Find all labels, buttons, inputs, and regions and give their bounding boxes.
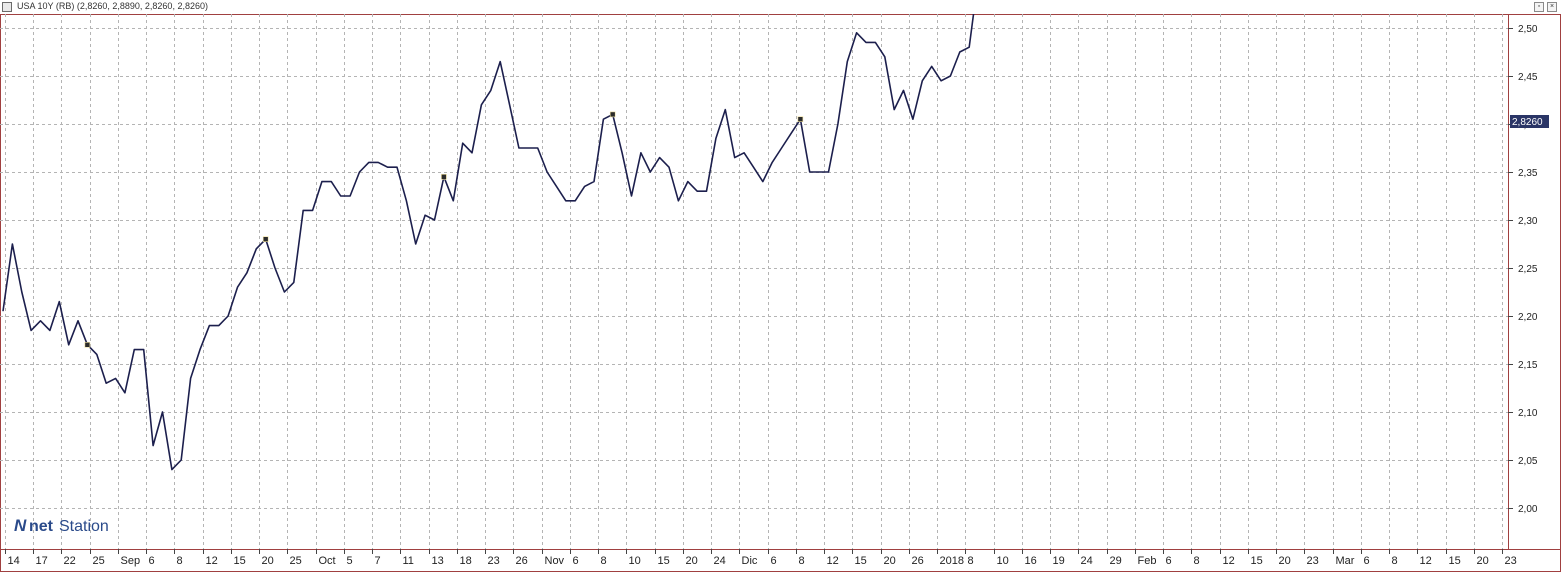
window-title: USA 10Y (RB) (2,8260, 2,8890, 2,8260, 2,… <box>17 1 208 11</box>
x-tick-label: 20 <box>884 555 896 567</box>
window-title-bar: USA 10Y (RB) (2,8260, 2,8890, 2,8260, 2,… <box>0 0 1561 14</box>
x-tick-label: 26 <box>912 555 924 567</box>
x-tick-label: 8 <box>1194 555 1200 567</box>
data-point-marker <box>609 111 616 118</box>
x-tick-label: 6 <box>1166 555 1172 567</box>
y-tick-label: 2,20 <box>1518 312 1538 323</box>
last-value-label: 2,8260 <box>1512 117 1543 128</box>
x-tick-label: 8 <box>799 555 805 567</box>
x-tick-label: 12 <box>827 555 839 567</box>
x-tick-label: 15 <box>1449 555 1461 567</box>
x-tick-label: 7 <box>375 555 381 567</box>
x-tick-label: 25 <box>93 555 105 567</box>
data-point-marker <box>262 236 269 242</box>
x-tick-label: 24 <box>1081 555 1093 567</box>
x-tick-label: 15 <box>234 555 246 567</box>
x-tick-label: 23 <box>1505 555 1517 567</box>
x-tick-label: 22 <box>64 555 76 567</box>
last-value-tag: 2,8260 <box>1510 115 1549 128</box>
x-tick-label: Dic <box>742 555 758 567</box>
x-tick-label: 12 <box>206 555 218 567</box>
x-tick-label: Sep <box>121 555 141 567</box>
x-tick-label: 19 <box>1053 555 1065 567</box>
x-tick-label: 6 <box>573 555 579 567</box>
x-tick-label: 20 <box>686 555 698 567</box>
x-tick-label: 5 <box>347 555 353 567</box>
y-tick-label: 2,25 <box>1518 264 1538 275</box>
x-tick-label: 8 <box>1392 555 1398 567</box>
y-tick-label: 2,45 <box>1518 72 1538 83</box>
y-tick-label: 2,05 <box>1518 456 1538 467</box>
y-tick-label: 2,30 <box>1518 216 1538 227</box>
x-tick-label: 26 <box>516 555 528 567</box>
x-tick-label: 24 <box>714 555 726 567</box>
x-tick-label: 8 <box>177 555 183 567</box>
x-tick-label: 6 <box>149 555 155 567</box>
y-tick-label: 2,15 <box>1518 360 1538 371</box>
close-icon[interactable]: × <box>1547 2 1557 12</box>
x-tick-label: Feb <box>1138 555 1157 567</box>
x-tick-label: 6 <box>771 555 777 567</box>
logo-mark: N <box>14 516 27 535</box>
x-tick-label: 20 <box>1477 555 1489 567</box>
y-tick-label: 2,35 <box>1518 168 1538 179</box>
y-tick-label: 2,10 <box>1518 408 1538 419</box>
x-tick-label: Mar <box>1336 555 1355 567</box>
x-tick-label: 23 <box>1307 555 1319 567</box>
x-tick-label: 20 <box>262 555 274 567</box>
x-tick-label: 15 <box>658 555 670 567</box>
x-tick-label: 14 <box>8 555 20 567</box>
x-tick-label: 15 <box>1251 555 1263 567</box>
restore-icon[interactable]: ▫ <box>1534 2 1544 12</box>
x-tick-label: Nov <box>545 555 565 567</box>
x-tick-label: 18 <box>460 555 472 567</box>
x-tick-label: 12 <box>1420 555 1432 567</box>
x-tick-label: 6 <box>1364 555 1370 567</box>
y-tick-label: 2,00 <box>1518 504 1538 515</box>
data-point-marker <box>84 341 91 348</box>
x-tick-label: 12 <box>1223 555 1235 567</box>
y-tick-label: 2,50 <box>1518 24 1538 35</box>
x-tick-label: 20 <box>1279 555 1291 567</box>
x-tick-label: 17 <box>36 555 48 567</box>
data-point-marker <box>797 116 804 122</box>
x-tick-label: 8 <box>601 555 607 567</box>
x-tick-label: 29 <box>1110 555 1122 567</box>
netstation-logo: N net Station <box>14 516 109 535</box>
x-tick-label: 13 <box>432 555 444 567</box>
data-point-marker <box>441 174 447 180</box>
x-tick-label: 10 <box>629 555 641 567</box>
x-tick-label: 8 <box>968 555 974 567</box>
logo-net: net <box>29 518 54 535</box>
logo-station: Station <box>59 518 109 535</box>
x-tick-label: 25 <box>290 555 302 567</box>
x-tick-label: 16 <box>1025 555 1037 567</box>
x-tick-label: 23 <box>488 555 500 567</box>
x-tick-label: 10 <box>997 555 1009 567</box>
window-menu-icon[interactable] <box>2 2 12 12</box>
x-tick-label: 15 <box>855 555 867 567</box>
chart-frame <box>0 14 1561 572</box>
price-chart: 2,002,052,102,152,202,252,302,352,402,45… <box>0 14 1561 572</box>
x-tick-label: Oct <box>319 555 336 567</box>
x-tick-label: 11 <box>403 555 414 567</box>
x-tick-label: 2018 <box>940 555 964 567</box>
